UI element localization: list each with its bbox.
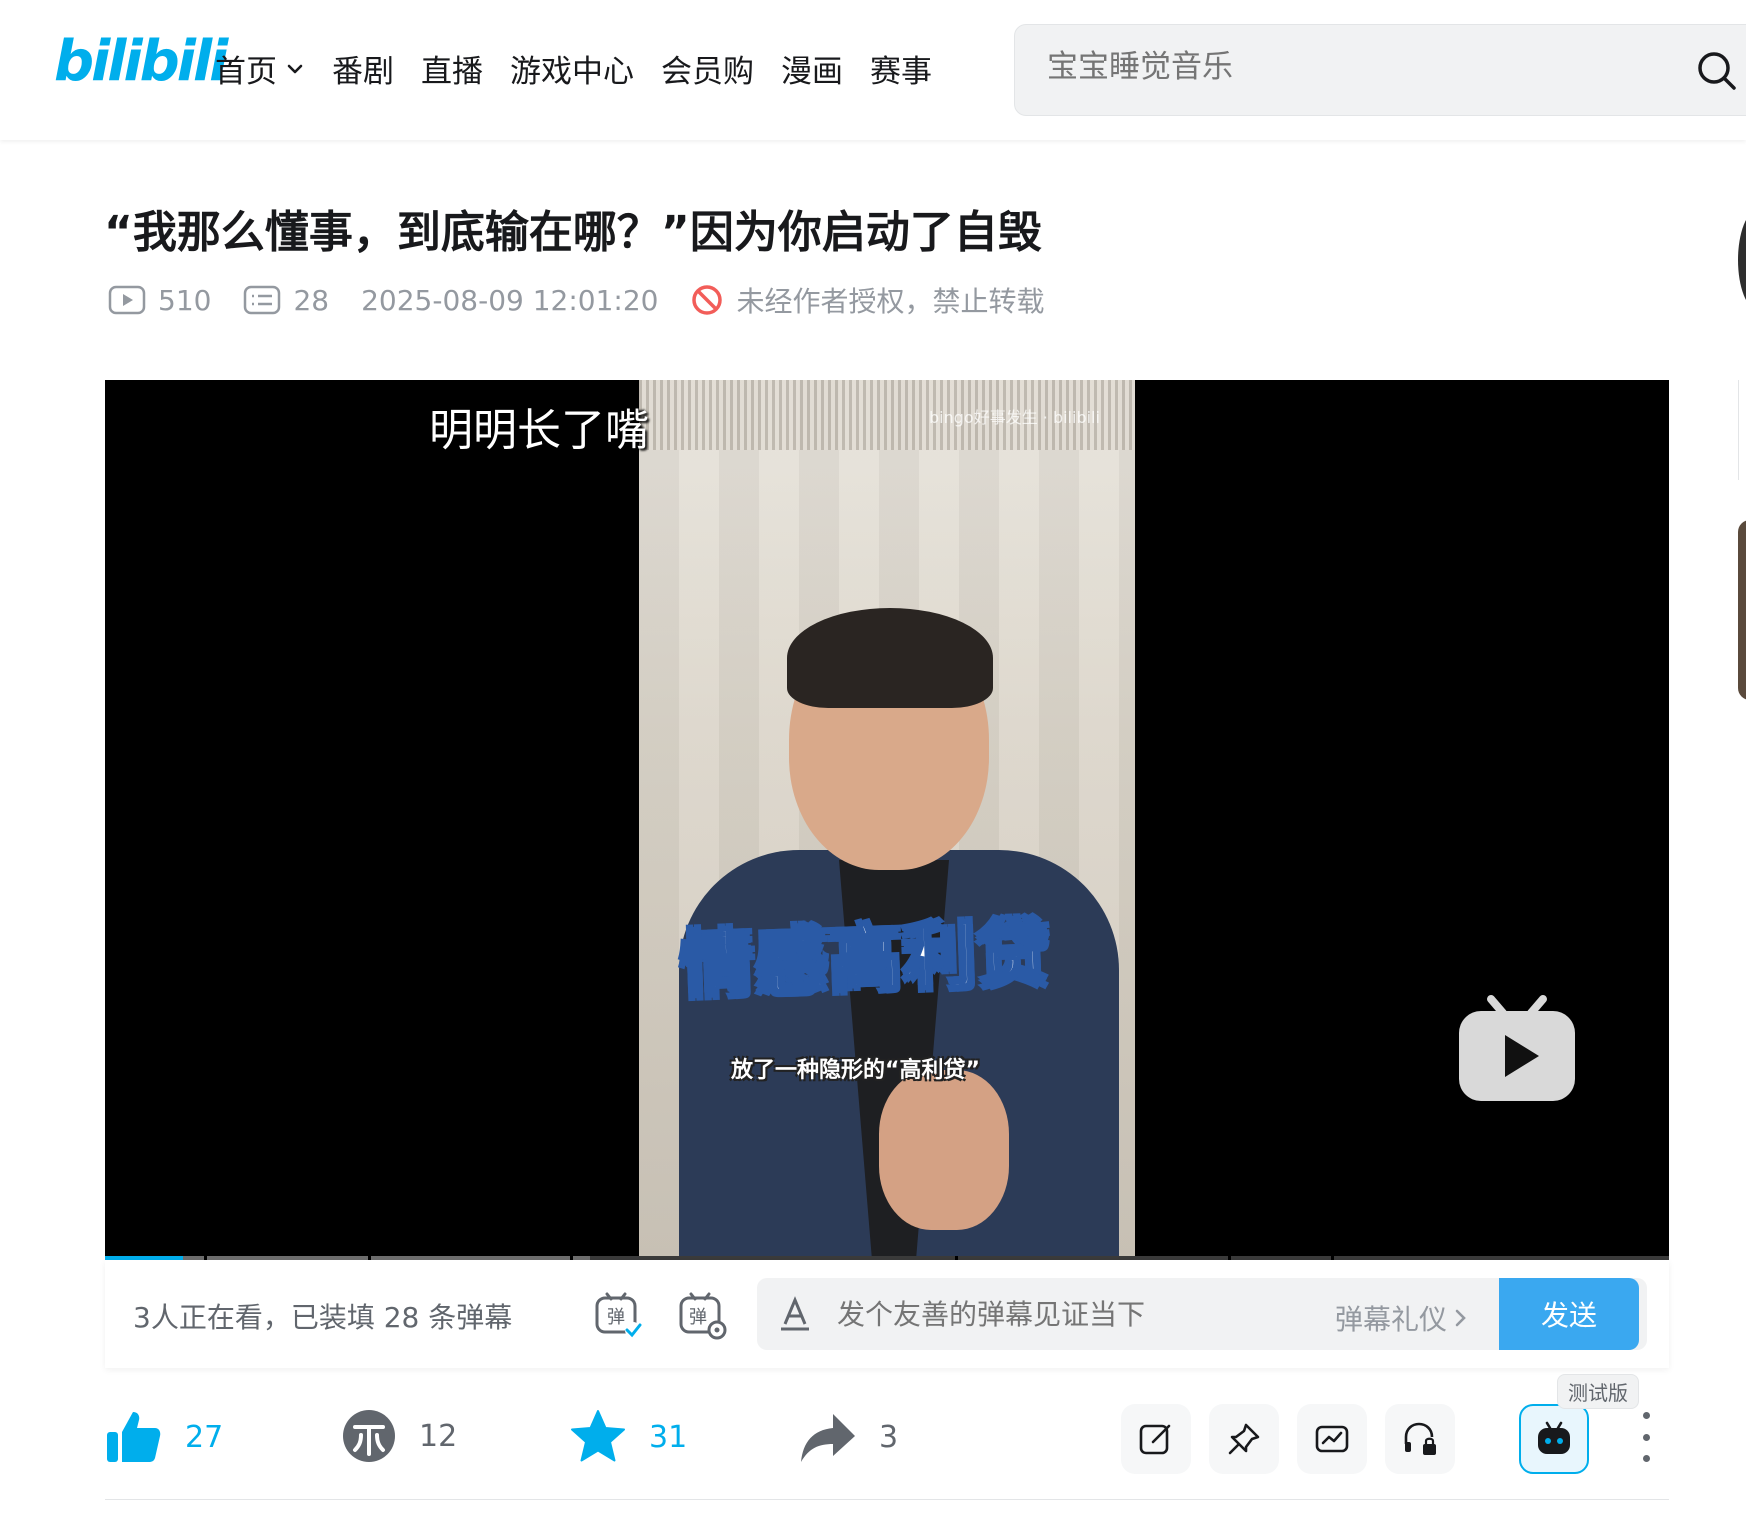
prohibited-icon — [692, 285, 723, 315]
robot-tv-icon — [1538, 1421, 1570, 1454]
like-button[interactable]: 27 — [105, 1408, 223, 1466]
search-box — [1014, 24, 1746, 116]
note-button[interactable] — [1121, 1404, 1191, 1474]
video-overlay-title: 情感高利贷 — [678, 909, 1054, 1009]
danmaku-icon — [244, 285, 281, 315]
svg-text:弹: 弹 — [607, 1307, 625, 1328]
danmaku-input[interactable] — [837, 1298, 1297, 1331]
video-watermark: bingo好事发生 · bilibili — [929, 408, 1100, 427]
chart-trend-icon — [1315, 1425, 1349, 1453]
like-count: 27 — [185, 1419, 224, 1455]
danmaku-etiquette-link[interactable]: 弹幕礼仪 — [1335, 1298, 1473, 1338]
pin-icon — [1228, 1423, 1260, 1455]
search-icon[interactable] — [1695, 49, 1739, 93]
bilibili-logo[interactable]: bilibili — [54, 34, 228, 90]
up-avatar-partial[interactable] — [1738, 210, 1746, 310]
copyright-text: 未经作者授权，禁止转载 — [736, 285, 1045, 318]
edit-note-icon — [1139, 1424, 1171, 1455]
video-title: “我那么懂事，到底输在哪？”因为你启动了自毁 — [104, 207, 1042, 258]
video-toolbar: 27 12 31 3 测试版 — [105, 1374, 1669, 1500]
svg-text:弹: 弹 — [689, 1307, 707, 1328]
video-frame: bingo好事发生 · bilibili 情感高利贷 放了一种隐形的“高利贷” — [639, 380, 1135, 1260]
dot-icon — [1642, 1412, 1650, 1419]
send-danmaku-button[interactable]: 发送 — [1499, 1278, 1639, 1350]
nav-item-home[interactable]: 首页 — [215, 46, 305, 91]
danmaku-etiquette-label: 弹幕礼仪 — [1335, 1303, 1448, 1336]
danmaku-settings-icon[interactable]: 弹 — [677, 1290, 727, 1340]
recommend-card-partial[interactable] — [1738, 520, 1746, 700]
pin-button[interactable] — [1209, 1404, 1279, 1474]
publish-time: 2025-08-09 12:01:20 — [361, 283, 659, 317]
chevron-right-icon — [1455, 1309, 1466, 1327]
speaker-hand — [879, 1070, 1009, 1230]
headphone-lock-icon — [1404, 1422, 1436, 1455]
speaker-hair — [787, 608, 993, 708]
favorite-count: 31 — [649, 1419, 688, 1455]
coin-count: 12 — [419, 1418, 458, 1454]
view-count-value: 510 — [158, 283, 212, 317]
copyright-notice: 未经作者授权，禁止转载 — [690, 280, 1045, 320]
video-player[interactable]: bingo好事发生 · bilibili 情感高利贷 放了一种隐形的“高利贷” … — [105, 380, 1669, 1260]
play-count-icon — [108, 285, 146, 315]
danmaku-toggle-icon[interactable]: 弹 — [593, 1290, 643, 1340]
top-header: bilibili 首页 番剧 直播 游戏中心 会员购 漫画 赛事 — [0, 0, 1746, 140]
share-button[interactable]: 3 — [799, 1408, 898, 1466]
dot-icon — [1642, 1433, 1650, 1441]
tv-play-icon[interactable] — [1455, 985, 1579, 1109]
video-subtitle: 放了一种隐形的“高利贷” — [731, 1058, 980, 1083]
ai-assistant-button[interactable] — [1519, 1404, 1589, 1474]
viewer-count-text: 3人正在看，已装填 28 条弹幕 — [133, 1301, 513, 1334]
video-meta: 510 28 2025-08-09 12:01:20 未经作者授权，禁止转载 — [108, 280, 1045, 320]
coin-icon — [343, 1410, 395, 1462]
nav-item-game-center[interactable]: 游戏中心 — [510, 46, 634, 91]
nav-item-anime[interactable]: 番剧 — [332, 46, 394, 91]
side-divider — [1738, 380, 1746, 480]
font-style-icon[interactable] — [777, 1296, 813, 1332]
more-options-button[interactable] — [1631, 1412, 1661, 1462]
nav-item-mall[interactable]: 会员购 — [661, 46, 754, 91]
dot-icon — [1642, 1455, 1650, 1462]
nav-item-live[interactable]: 直播 — [421, 46, 483, 91]
chevron-down-icon — [287, 64, 303, 73]
thumbs-up-icon — [107, 1412, 161, 1462]
coin-button[interactable]: 12 — [341, 1408, 457, 1464]
share-arrow-icon — [801, 1414, 855, 1462]
main-nav: 首页 番剧 直播 游戏中心 会员购 漫画 赛事 — [215, 46, 959, 91]
view-count: 510 — [108, 284, 211, 317]
favorite-button[interactable]: 31 — [569, 1408, 687, 1466]
star-icon — [571, 1410, 625, 1462]
nav-item-home-label: 首页 — [215, 54, 277, 90]
danmaku-count: 28 — [243, 284, 329, 317]
nav-item-esports[interactable]: 赛事 — [870, 46, 932, 91]
danmaku-comment: 明明长了嘴 — [429, 405, 649, 456]
listen-button[interactable] — [1385, 1404, 1455, 1474]
danmaku-send-bar: 3人正在看，已装填 28 条弹幕 弹 弹 弹幕礼仪 发送 — [105, 1260, 1669, 1368]
nav-item-manga[interactable]: 漫画 — [781, 46, 843, 91]
share-count: 3 — [879, 1419, 899, 1455]
search-input[interactable] — [1047, 49, 1647, 85]
danmaku-count-value: 28 — [293, 283, 330, 317]
stats-button[interactable] — [1297, 1404, 1367, 1474]
beta-badge: 测试版 — [1557, 1374, 1639, 1409]
